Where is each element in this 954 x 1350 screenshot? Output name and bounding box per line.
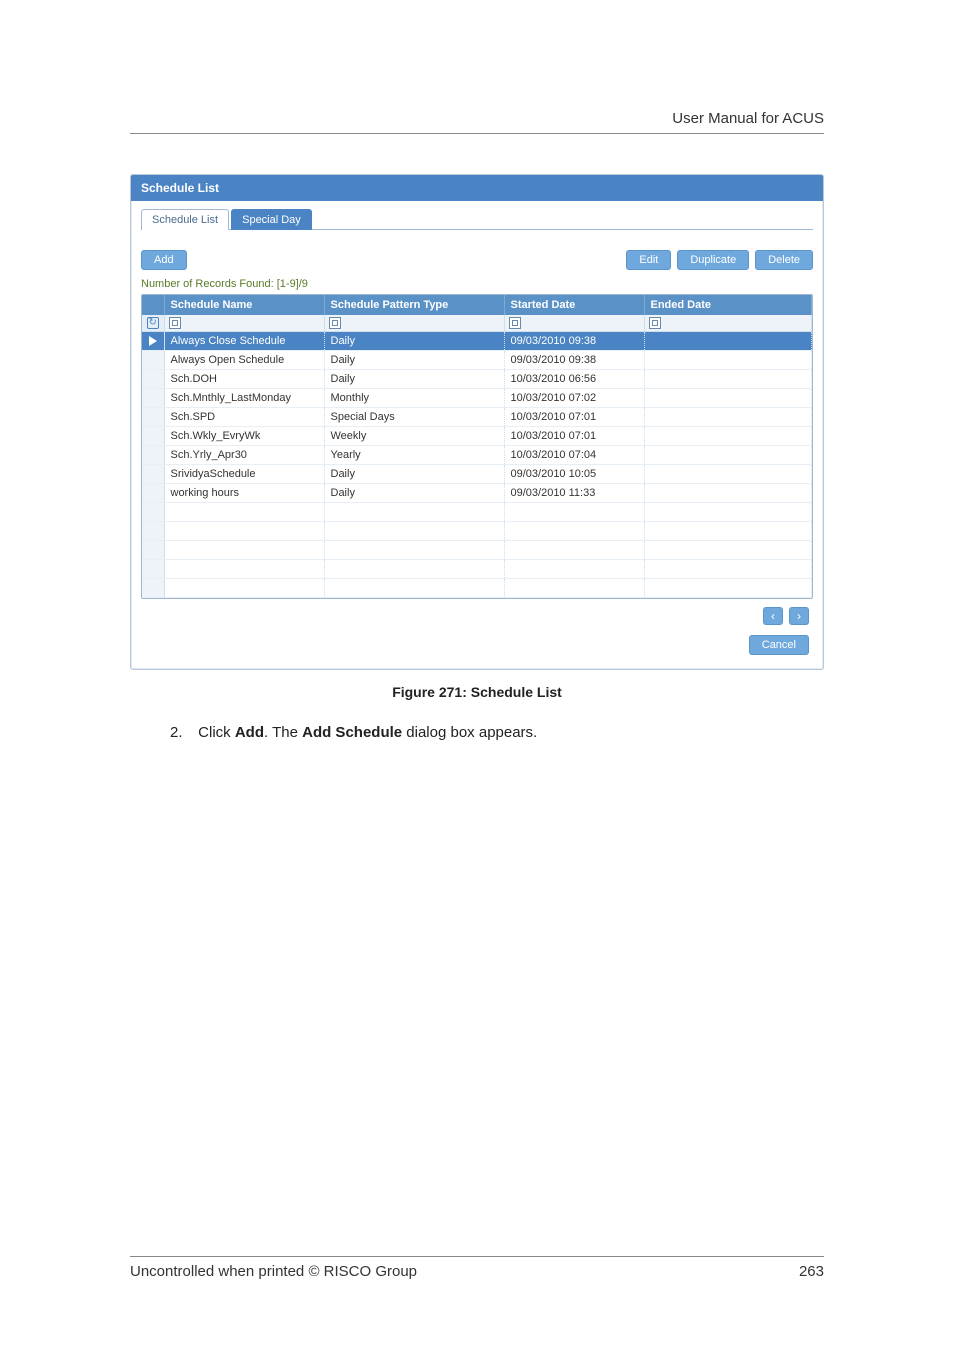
cell-type: Yearly <box>324 446 504 465</box>
col-started-date[interactable]: Started Date <box>504 295 644 315</box>
instruction-step: 2. Click Add. The Add Schedule dialog bo… <box>170 724 824 741</box>
table-row[interactable]: Sch.Mnthly_LastMondayMonthly10/03/2010 0… <box>142 389 812 408</box>
table-row-empty <box>142 579 812 598</box>
row-indicator <box>142 370 164 389</box>
cell-name: SrividyaSchedule <box>164 465 324 484</box>
cell-name: Sch.DOH <box>164 370 324 389</box>
cell-started: 10/03/2010 06:56 <box>504 370 644 389</box>
cell-started: 09/03/2010 10:05 <box>504 465 644 484</box>
tab-label: Schedule List <box>152 214 218 226</box>
cell-name: Sch.Mnthly_LastMonday <box>164 389 324 408</box>
cell-name: Sch.Yrly_Apr30 <box>164 446 324 465</box>
tab-label: Special Day <box>242 214 301 226</box>
row-indicator <box>142 408 164 427</box>
cell-ended <box>644 332 812 351</box>
cell-type: Weekly <box>324 427 504 446</box>
cell-started: 10/03/2010 07:01 <box>504 408 644 427</box>
figure-caption: Figure 271: Schedule List <box>130 684 824 700</box>
filter-icon[interactable] <box>329 317 341 329</box>
cell-name: Sch.SPD <box>164 408 324 427</box>
tab-schedule-list[interactable]: Schedule List <box>141 209 229 230</box>
col-indicator[interactable] <box>142 295 164 315</box>
row-indicator <box>142 351 164 370</box>
table-row[interactable]: Sch.Wkly_EvryWkWeekly10/03/2010 07:01 <box>142 427 812 446</box>
row-indicator <box>142 389 164 408</box>
table-row[interactable]: Always Open ScheduleDaily09/03/2010 09:3… <box>142 351 812 370</box>
cell-started: 09/03/2010 09:38 <box>504 351 644 370</box>
row-indicator <box>142 446 164 465</box>
step-number: 2. <box>170 724 194 741</box>
cell-started: 10/03/2010 07:02 <box>504 389 644 408</box>
cell-started: 10/03/2010 07:04 <box>504 446 644 465</box>
cell-type: Daily <box>324 465 504 484</box>
cell-started: 09/03/2010 11:33 <box>504 484 644 503</box>
records-found-text: Number of Records Found: [1-9]/9 <box>141 278 813 290</box>
cell-name: working hours <box>164 484 324 503</box>
schedule-list-window: Schedule List Schedule List Special Day … <box>130 174 824 670</box>
pager-next-button[interactable]: › <box>789 607 809 625</box>
row-indicator <box>142 484 164 503</box>
table-row[interactable]: Always Close ScheduleDaily09/03/2010 09:… <box>142 332 812 351</box>
cell-type: Daily <box>324 332 504 351</box>
table-row[interactable]: SrividyaScheduleDaily09/03/2010 10:05 <box>142 465 812 484</box>
header-title: User Manual for ACUS <box>130 110 824 127</box>
window-title: Schedule List <box>131 175 823 201</box>
col-schedule-name[interactable]: Schedule Name <box>164 295 324 315</box>
cell-ended <box>644 351 812 370</box>
table-row[interactable]: Sch.Yrly_Apr30Yearly10/03/2010 07:04 <box>142 446 812 465</box>
tab-special-day[interactable]: Special Day <box>231 209 312 230</box>
pager-prev-button[interactable]: ‹ <box>763 607 783 625</box>
cell-started: 10/03/2010 07:01 <box>504 427 644 446</box>
cell-started: 09/03/2010 09:38 <box>504 332 644 351</box>
table-row[interactable]: working hoursDaily09/03/2010 11:33 <box>142 484 812 503</box>
footer-left: Uncontrolled when printed © RISCO Group <box>130 1263 417 1280</box>
refresh-icon[interactable]: ↻ <box>147 317 159 329</box>
cell-type: Daily <box>324 370 504 389</box>
duplicate-button[interactable]: Duplicate <box>677 250 749 270</box>
header-rule <box>130 133 824 134</box>
table-row[interactable]: Sch.SPDSpecial Days10/03/2010 07:01 <box>142 408 812 427</box>
cell-ended <box>644 446 812 465</box>
edit-button[interactable]: Edit <box>626 250 671 270</box>
row-indicator <box>142 427 164 446</box>
delete-button[interactable]: Delete <box>755 250 813 270</box>
cell-name: Always Open Schedule <box>164 351 324 370</box>
cell-ended <box>644 408 812 427</box>
table-row-empty <box>142 503 812 522</box>
cell-type: Special Days <box>324 408 504 427</box>
cell-name: Sch.Wkly_EvryWk <box>164 427 324 446</box>
header-row: Schedule Name Schedule Pattern Type Star… <box>142 295 812 315</box>
step-text: Click Add. The Add Schedule dialog box a… <box>198 724 537 741</box>
row-indicator <box>142 332 164 351</box>
cell-type: Monthly <box>324 389 504 408</box>
table-row[interactable]: Sch.DOHDaily10/03/2010 06:56 <box>142 370 812 389</box>
cell-ended <box>644 389 812 408</box>
tab-bar: Schedule List Special Day <box>141 209 813 230</box>
filter-row: ↻ <box>142 315 812 332</box>
filter-icon[interactable] <box>509 317 521 329</box>
pager: ‹ › <box>141 599 813 629</box>
table-row-empty <box>142 560 812 579</box>
row-indicator <box>142 465 164 484</box>
filter-icon[interactable] <box>169 317 181 329</box>
table-row-empty <box>142 541 812 560</box>
cell-ended <box>644 427 812 446</box>
cell-type: Daily <box>324 484 504 503</box>
cell-ended <box>644 465 812 484</box>
footer-rule <box>130 1256 824 1257</box>
cell-name: Always Close Schedule <box>164 332 324 351</box>
add-button[interactable]: Add <box>141 250 187 270</box>
filter-icon[interactable] <box>649 317 661 329</box>
cell-type: Daily <box>324 351 504 370</box>
col-schedule-pattern-type[interactable]: Schedule Pattern Type <box>324 295 504 315</box>
col-ended-date[interactable]: Ended Date <box>644 295 812 315</box>
page-number: 263 <box>799 1263 824 1280</box>
table-row-empty <box>142 522 812 541</box>
cell-ended <box>644 484 812 503</box>
schedule-grid: Schedule Name Schedule Pattern Type Star… <box>141 294 813 599</box>
cell-ended <box>644 370 812 389</box>
cancel-button[interactable]: Cancel <box>749 635 809 655</box>
